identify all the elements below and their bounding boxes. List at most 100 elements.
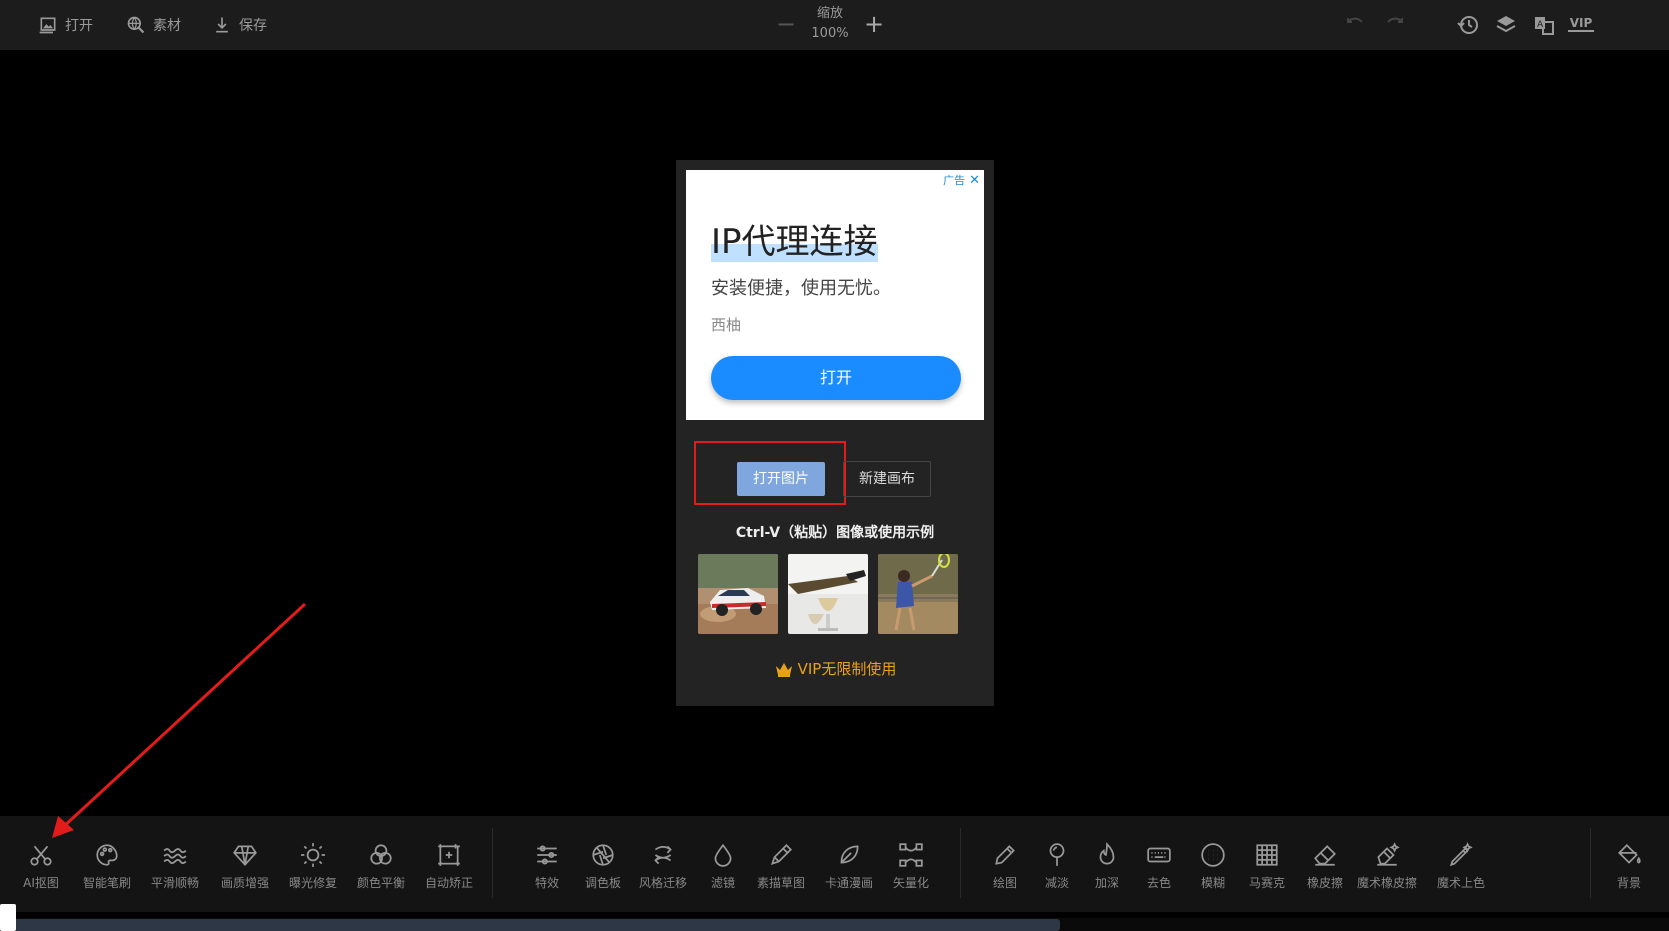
- color-circles-icon: [370, 844, 392, 865]
- tool-eraser[interactable]: 橡皮擦: [1290, 842, 1360, 891]
- ad-title: IP代理连接: [711, 222, 878, 262]
- toolbar-divider: [960, 828, 961, 898]
- paste-hint: Ctrl-V（粘贴）图像或使用示例: [735, 525, 935, 541]
- svg-text:A: A: [1537, 20, 1544, 30]
- tool-label: AI抠图: [23, 876, 59, 890]
- tool-background[interactable]: 背景: [1594, 842, 1664, 891]
- tool-label: 模糊: [1200, 876, 1225, 890]
- tool-smooth[interactable]: 平滑顺畅: [140, 842, 210, 891]
- tool-label: 平滑顺畅: [150, 876, 199, 890]
- history-button[interactable]: [1456, 13, 1480, 37]
- tool-sketch[interactable]: 素描草图: [746, 842, 816, 891]
- tool-label: 颜色平衡: [356, 876, 405, 890]
- redo-button[interactable]: [1382, 13, 1406, 37]
- scroll-left-handle[interactable]: [0, 904, 16, 931]
- ad-source: 西柚: [711, 316, 742, 334]
- tool-label: 魔术上色: [1436, 876, 1485, 890]
- toolbar-divider: [1590, 828, 1591, 898]
- magic-eraser-icon: [1377, 842, 1400, 866]
- close-icon[interactable]: ✕: [969, 173, 980, 188]
- tool-label: 滤镜: [710, 876, 735, 890]
- start-panel: 广告 ✕ IP代理连接 安装便捷，使用无忧。 西柚 打开 打开图片 新建画布 C…: [676, 160, 994, 706]
- tool-label: 绘图: [992, 876, 1017, 890]
- paint-bucket-icon: [1618, 844, 1641, 864]
- tool-exposure[interactable]: 曝光修复: [278, 842, 348, 891]
- tool-label: 橡皮擦: [1306, 876, 1343, 890]
- tool-label: 调色板: [584, 876, 621, 890]
- ad-banner[interactable]: 广告 ✕ IP代理连接 安装便捷，使用无忧。 西柚 打开: [686, 170, 984, 420]
- layers-icon: [1496, 16, 1516, 33]
- magic-brush-icon: [1449, 842, 1473, 867]
- style-transfer-icon: [654, 845, 672, 865]
- keyboard-icon: [1147, 847, 1171, 863]
- diamond-icon: [233, 845, 257, 867]
- pencil-sketch-icon: [770, 844, 792, 866]
- tool-label: 加深: [1094, 876, 1119, 890]
- tool-magic-eraser[interactable]: 魔术橡皮擦: [1352, 842, 1422, 891]
- open-button[interactable]: 打开: [38, 12, 93, 38]
- layers-button[interactable]: [1494, 13, 1518, 37]
- tool-label: 特效: [534, 876, 559, 890]
- leaf-icon: [840, 845, 859, 864]
- tool-cartoon[interactable]: 卡通漫画: [814, 842, 884, 891]
- ad-subtitle: 安装便捷，使用无忧。: [711, 278, 891, 299]
- save-label: 保存: [239, 18, 267, 34]
- blur-grid-icon: [1201, 843, 1225, 867]
- dodge-icon: [1049, 843, 1065, 866]
- horizontal-scrollbar-thumb[interactable]: [14, 919, 1060, 931]
- redo-icon: [1387, 17, 1403, 23]
- tool-label: 魔术橡皮擦: [1356, 876, 1417, 890]
- sliders-icon: [537, 845, 557, 865]
- tool-magic-color[interactable]: 魔术上色: [1426, 842, 1496, 891]
- ad-tag[interactable]: 广告 ✕: [943, 172, 980, 188]
- vip-button[interactable]: VIP: [1568, 13, 1602, 37]
- tool-label: 减淡: [1044, 876, 1069, 890]
- example-thumbnail-wine-glass[interactable]: [788, 554, 868, 634]
- globe-search-icon: [127, 16, 145, 34]
- pen-icon: [995, 845, 1015, 865]
- open-label: 打开: [65, 18, 93, 34]
- material-button[interactable]: 素材: [126, 12, 181, 38]
- new-canvas-button[interactable]: 新建画布: [843, 461, 931, 497]
- download-icon: [216, 17, 228, 33]
- tool-ai-cutout[interactable]: AI抠图: [6, 842, 76, 891]
- tool-smart-brush[interactable]: 智能笔刷: [72, 842, 142, 891]
- crop-frame-icon: [438, 844, 460, 866]
- tool-label: 去色: [1146, 876, 1171, 890]
- example-thumbnail-tennis-player[interactable]: [878, 554, 958, 634]
- undo-button[interactable]: [1344, 13, 1368, 37]
- ad-tag-label: 广告: [943, 174, 966, 187]
- image-open-icon: [39, 17, 56, 34]
- tool-color-balance[interactable]: 颜色平衡: [346, 842, 416, 891]
- palette-icon: [96, 844, 118, 866]
- mosaic-icon: [1256, 844, 1278, 866]
- tool-label: 画质增强: [220, 876, 269, 890]
- drop-icon: [714, 843, 732, 867]
- tool-vectorize[interactable]: 矢量化: [876, 842, 946, 891]
- zoom-in-button[interactable]: +: [864, 10, 884, 38]
- translate-icon: A: [1535, 17, 1554, 35]
- flame-icon: [1099, 842, 1115, 865]
- translate-button[interactable]: A: [1532, 13, 1556, 37]
- vip-badge: VIP: [1568, 16, 1594, 32]
- tool-label: 背景: [1616, 876, 1641, 890]
- tool-auto-correct[interactable]: 自动矫正: [414, 842, 484, 891]
- waves-icon: [163, 848, 187, 864]
- open-image-button[interactable]: 打开图片: [737, 462, 825, 496]
- eraser-icon: [1314, 845, 1336, 866]
- example-thumbnail-rally-car[interactable]: [698, 554, 778, 634]
- ad-open-button[interactable]: 打开: [711, 356, 961, 400]
- save-button[interactable]: 保存: [212, 12, 267, 38]
- vip-unlimited-link[interactable]: VIP无限制使用: [676, 658, 994, 679]
- tool-label: 素描草图: [756, 876, 805, 890]
- top-toolbar: 打开 素材 保存 − 缩放 100% + A VIP: [0, 0, 1669, 50]
- undo-icon: [1347, 17, 1363, 23]
- tool-label: 矢量化: [892, 876, 929, 890]
- tool-enhance[interactable]: 画质增强: [210, 842, 280, 891]
- tool-label: 马赛克: [1248, 876, 1285, 890]
- scissors-icon: [30, 845, 52, 866]
- tool-label: 卡通漫画: [824, 876, 873, 890]
- aperture-icon: [592, 844, 614, 866]
- history-icon: [1457, 16, 1478, 34]
- vector-nodes-icon: [899, 843, 923, 867]
